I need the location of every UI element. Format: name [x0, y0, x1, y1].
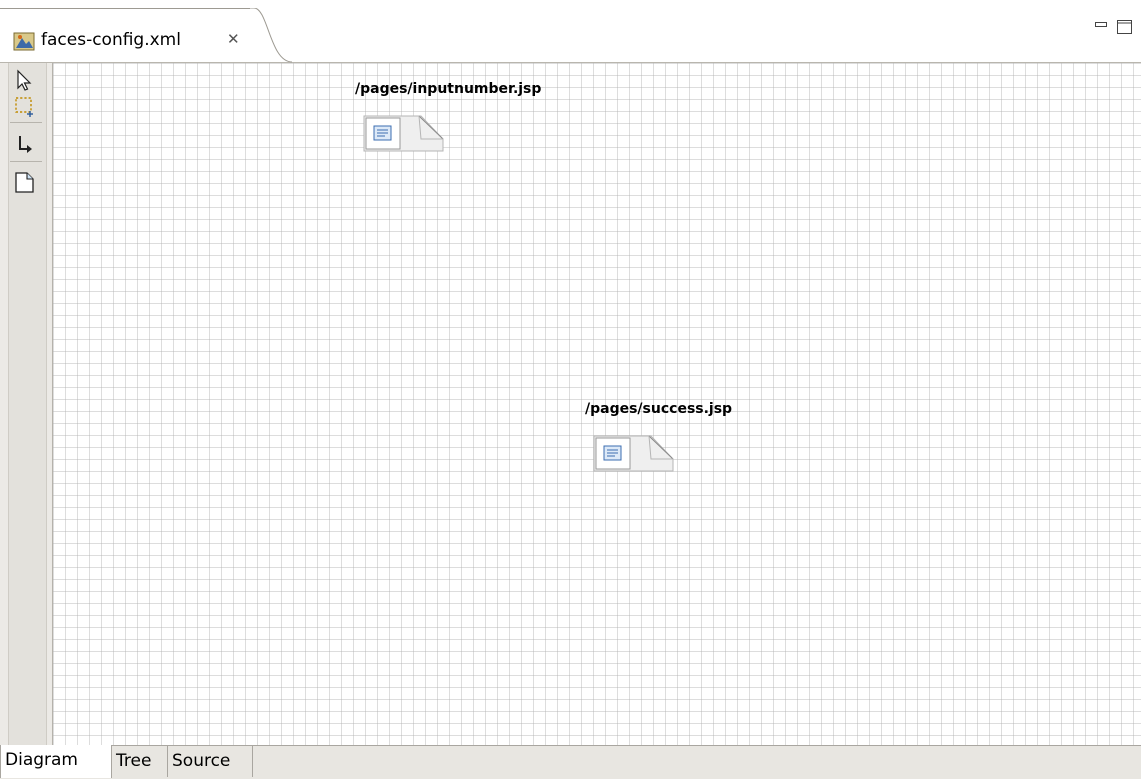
- maximize-icon[interactable]: [1117, 20, 1133, 35]
- tab-diagram[interactable]: Diagram: [0, 745, 112, 778]
- editor-tab-label: faces-config.xml: [41, 30, 181, 50]
- navigation-connection-icon[interactable]: [12, 133, 36, 157]
- jsp-page-icon: [363, 115, 444, 152]
- editor-tab-faces-config[interactable]: faces-config.xml ✕: [0, 8, 265, 62]
- palette: [0, 63, 53, 745]
- close-icon[interactable]: ✕: [227, 31, 240, 48]
- minimize-icon[interactable]: [1095, 20, 1108, 30]
- tab-top-border: [0, 8, 250, 9]
- page-node-label: /pages/success.jsp: [585, 401, 733, 417]
- palette-toolbar: [8, 63, 47, 745]
- jsp-page-icon: [593, 435, 674, 472]
- editor-page-tabs: Diagram Tree Source: [0, 745, 1141, 779]
- new-page-icon[interactable]: [12, 170, 36, 194]
- tab-tree[interactable]: Tree: [112, 746, 168, 777]
- tab-edge-curve: [248, 8, 292, 63]
- tab-source[interactable]: Source: [168, 746, 253, 777]
- palette-separator: [10, 161, 42, 162]
- diagram-canvas[interactable]: /pages/inputnumber.jsp /pages/success.js…: [53, 63, 1141, 745]
- palette-separator: [10, 122, 42, 123]
- faces-config-file-icon: [13, 32, 35, 51]
- editor-tab-bar: faces-config.xml ✕: [0, 0, 1141, 63]
- page-node-label: /pages/inputnumber.jsp: [355, 81, 542, 97]
- marquee-selection-icon[interactable]: [12, 94, 36, 118]
- arrow-pointer-icon[interactable]: [12, 68, 36, 92]
